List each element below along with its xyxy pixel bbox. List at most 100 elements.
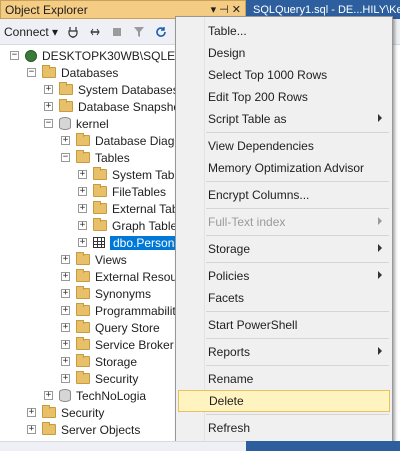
tree-node[interactable]: + Graph Tables <box>78 217 183 234</box>
tree-node-label: kernel <box>76 116 109 131</box>
tree-node[interactable]: + Database Snapshots <box>44 98 189 115</box>
menu-item-encrypt-columns[interactable]: Encrypt Columns... <box>178 184 390 206</box>
submenu-arrow-icon <box>378 347 382 355</box>
tree-node[interactable]: + Security <box>61 370 138 387</box>
tree-node[interactable]: + System Databases <box>44 81 179 98</box>
expand-icon[interactable]: + <box>27 408 36 417</box>
menu-item-rename[interactable]: Rename <box>178 368 390 390</box>
collapse-icon[interactable]: − <box>10 51 19 60</box>
folder-icon <box>59 99 73 112</box>
collapse-icon[interactable]: − <box>44 119 53 128</box>
menu-item-label: Policies <box>208 269 250 283</box>
panel-title: Object Explorer <box>5 2 88 17</box>
folder-icon <box>42 65 56 78</box>
menu-item-policies[interactable]: Policies <box>178 265 390 287</box>
expand-icon[interactable]: + <box>61 323 70 332</box>
collapse-icon[interactable]: − <box>61 153 70 162</box>
menu-item-label: Script Table as <box>208 112 287 126</box>
menu-separator <box>206 262 389 263</box>
submenu-arrow-icon <box>378 217 382 225</box>
tree-node-label: Query Store <box>95 320 160 335</box>
menu-item-label: Full-Text index <box>208 215 286 229</box>
submenu-arrow-icon <box>378 114 382 122</box>
tree-node[interactable]: − Tables <box>61 149 130 166</box>
menu-item-label: Refresh <box>208 421 251 435</box>
menu-item-delete[interactable]: Delete <box>178 390 390 412</box>
tree-node-label: Security <box>95 371 139 386</box>
connect-plug-icon[interactable] <box>66 25 80 39</box>
tree-node-label: FileTables <box>112 184 167 199</box>
panel-window-buttons[interactable]: ▾ ⊣ ✕ <box>211 3 245 16</box>
tree-node[interactable]: − Databases <box>27 64 118 81</box>
menu-item-label: Memory Optimization Advisor <box>208 161 365 175</box>
tree-node[interactable]: + Synonyms <box>61 285 151 302</box>
menu-item-script-table-as[interactable]: Script Table as <box>178 108 390 130</box>
folder-icon <box>76 337 90 350</box>
menu-item-label: Rename <box>208 372 254 386</box>
menu-item-facets[interactable]: Facets <box>178 287 390 309</box>
folder-icon <box>76 269 90 282</box>
tree-node[interactable]: + dbo.Persons <box>78 234 184 251</box>
menu-item-label: Delete <box>209 394 244 408</box>
tree-node[interactable]: + FileTables <box>78 183 166 200</box>
document-tab-label: SQLQuery1.sql - DE...HILY\Kery <box>253 3 400 16</box>
disconnect-icon[interactable] <box>88 25 102 39</box>
menu-item-select-top-1000-rows[interactable]: Select Top 1000 Rows <box>178 64 390 86</box>
tree-node[interactable]: − kernel <box>44 115 109 132</box>
tree-node[interactable]: + Programmability <box>61 302 182 319</box>
tree-node-label: Databases <box>61 65 119 80</box>
expand-icon[interactable]: + <box>61 340 70 349</box>
expand-icon[interactable]: + <box>78 221 87 230</box>
menu-separator <box>206 311 389 312</box>
tree-node[interactable]: + Service Broker <box>61 336 174 353</box>
tree-node[interactable]: + Security <box>27 404 104 421</box>
menu-item-refresh[interactable]: Refresh <box>178 417 390 439</box>
menu-item-memory-optimization-advisor[interactable]: Memory Optimization Advisor <box>178 157 390 179</box>
menu-item-edit-top-200-rows[interactable]: Edit Top 200 Rows <box>178 86 390 108</box>
tree-node[interactable]: + Views <box>61 251 127 268</box>
collapse-icon[interactable]: − <box>27 68 36 77</box>
menu-item-label: View Dependencies <box>208 139 314 153</box>
tree-node[interactable]: + TechNoLogia <box>44 387 146 404</box>
folder-icon <box>76 354 90 367</box>
expand-icon[interactable]: + <box>27 425 36 434</box>
folder-icon <box>76 371 90 384</box>
tree-node[interactable]: + System Tables <box>78 166 190 183</box>
connect-button[interactable]: Connect ▾ <box>4 25 58 39</box>
menu-item-start-powershell[interactable]: Start PowerShell <box>178 314 390 336</box>
filter-icon[interactable] <box>132 25 146 39</box>
expand-icon[interactable]: + <box>44 85 53 94</box>
expand-icon[interactable]: + <box>61 255 70 264</box>
expand-icon[interactable]: + <box>61 306 70 315</box>
menu-item-reports[interactable]: Reports <box>178 341 390 363</box>
tree-node-label: Tables <box>95 150 130 165</box>
refresh-icon[interactable] <box>154 25 168 39</box>
menu-item-view-dependencies[interactable]: View Dependencies <box>178 135 390 157</box>
menu-item-design[interactable]: Design <box>178 42 390 64</box>
expand-icon[interactable]: + <box>61 272 70 281</box>
expand-icon[interactable]: + <box>78 170 87 179</box>
submenu-arrow-icon <box>378 244 382 252</box>
expand-icon[interactable]: + <box>61 357 70 366</box>
menu-item-table[interactable]: Table... <box>178 20 390 42</box>
expand-icon[interactable]: + <box>61 374 70 383</box>
expand-icon[interactable]: + <box>61 289 70 298</box>
folder-icon <box>76 252 90 265</box>
folder-icon <box>59 82 73 95</box>
tree-node[interactable]: + Query Store <box>61 319 160 336</box>
expand-icon[interactable]: + <box>78 204 87 213</box>
menu-item-label: Facets <box>208 291 245 305</box>
expand-icon[interactable]: + <box>44 102 53 111</box>
menu-separator <box>206 414 389 415</box>
tree-node[interactable]: + Storage <box>61 353 137 370</box>
stop-icon[interactable] <box>110 25 124 39</box>
folder-icon <box>76 303 90 316</box>
expand-icon[interactable]: + <box>44 391 53 400</box>
tree-node-label: Service Broker <box>95 337 174 352</box>
menu-item-storage[interactable]: Storage <box>178 238 390 260</box>
tree-node-label: Database Snapshots <box>78 99 190 114</box>
expand-icon[interactable]: + <box>78 187 87 196</box>
expand-icon[interactable]: + <box>78 238 87 247</box>
tree-node[interactable]: + Server Objects <box>27 421 140 438</box>
expand-icon[interactable]: + <box>61 136 70 145</box>
